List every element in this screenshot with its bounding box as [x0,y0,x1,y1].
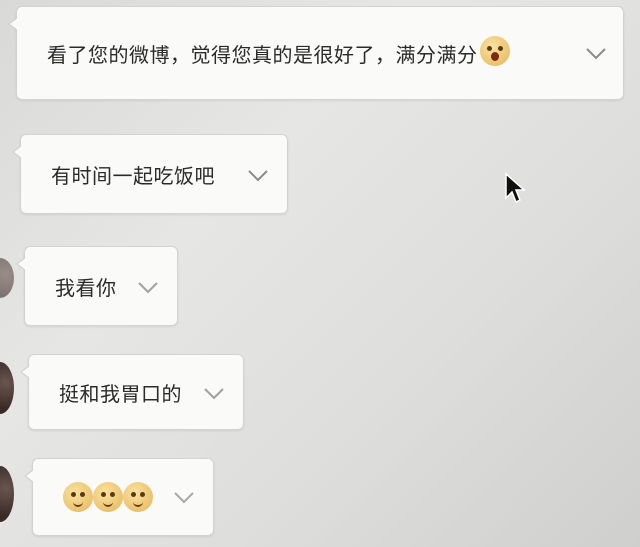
chevron-down-icon[interactable] [203,387,225,401]
chevron-down-icon[interactable] [137,281,159,295]
chevron-down-icon[interactable] [585,47,607,61]
message-text: 挺和我胃口的 [59,381,182,406]
arrow-cursor-icon [504,172,526,210]
cat-face-emoji [63,482,93,512]
message-text: 我看你 [55,275,117,300]
message-text: 有时间一起吃饭吧 [51,163,215,188]
chevron-down-icon[interactable] [247,169,269,183]
message-text: 看了您的微博，觉得您真的是很好了，满分满分 [47,42,478,67]
cat-face-emoji [93,482,123,512]
chevron-down-icon[interactable] [173,491,195,505]
chat-message-bubble[interactable] [24,458,214,536]
avatar [0,362,14,414]
cat-face-emoji [123,482,153,512]
chat-message-bubble[interactable]: 看了您的微博，觉得您真的是很好了，满分满分 [8,6,624,100]
chat-message-bubble[interactable]: 挺和我胃口的 [20,354,244,430]
chat-message-list: 看了您的微博，觉得您真的是很好了，满分满分 有时间一起吃饭吧 我看你 挺和我胃口… [0,0,640,547]
face-screaming-emoji [479,36,510,66]
avatar [0,258,14,298]
chat-message-bubble[interactable]: 我看你 [16,246,178,326]
avatar [0,466,14,522]
chat-message-bubble[interactable]: 有时间一起吃饭吧 [12,134,288,214]
